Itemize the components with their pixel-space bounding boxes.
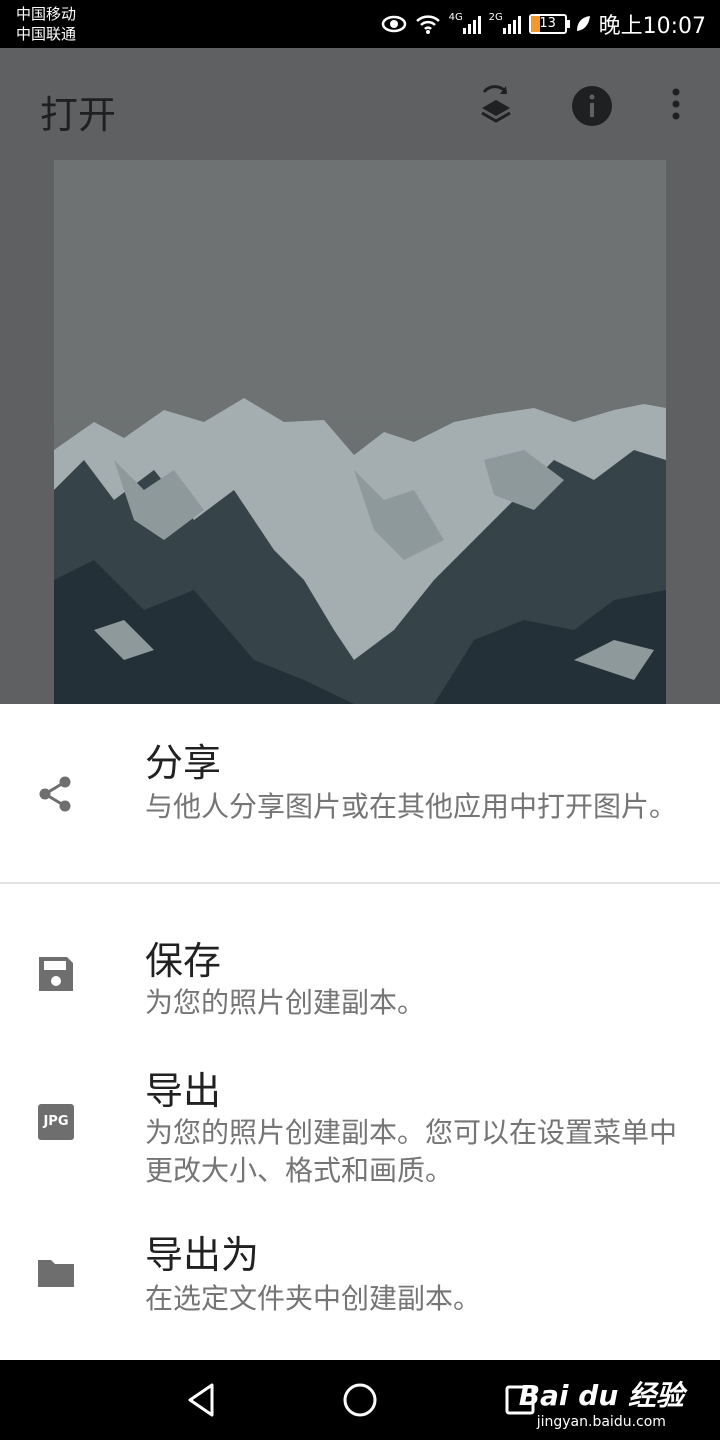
- save-description: 为您的照片创建副本。: [145, 986, 426, 1019]
- photo-preview: [54, 160, 666, 704]
- clock: 晚上10:07: [598, 14, 706, 39]
- export-title: 导出: [145, 1069, 222, 1113]
- save-icon: [39, 957, 73, 991]
- home-icon[interactable]: [342, 1382, 378, 1418]
- jpg-icon: JPG: [38, 1104, 74, 1140]
- mountain-image: [54, 398, 666, 704]
- back-icon[interactable]: [184, 1382, 218, 1418]
- menu-item-share[interactable]: 分享 与他人分享图片或在其他应用中打开图片。: [0, 704, 720, 882]
- battery-level: 13: [539, 16, 556, 31]
- carrier-info: 中国移动 中国联通: [16, 4, 76, 44]
- folder-icon: [38, 1260, 74, 1287]
- carrier-1: 中国移动: [16, 5, 77, 23]
- share-description: 与他人分享图片或在其他应用中打开图片。: [145, 790, 678, 823]
- signal-2g-icon: 2G: [488, 12, 521, 34]
- watermark-url: jingyan.baidu.com: [536, 1414, 666, 1430]
- menu-item-save[interactable]: 保存 为您的照片创建副本。: [0, 904, 720, 1034]
- app-screen: 打开: [0, 48, 720, 704]
- export-as-description: 在选定文件夹中创建副本。: [145, 1282, 482, 1315]
- save-title: 保存: [145, 939, 222, 983]
- status-icons: 4G 2G 13 晚上10:07: [381, 0, 706, 48]
- share-title: 分享: [145, 741, 222, 785]
- layers-swap-icon[interactable]: [474, 84, 518, 128]
- signal-4g-icon: 4G: [448, 12, 481, 34]
- network-type-2: 2G: [488, 12, 503, 23]
- navigation-bar: Bai du 经验 jingyan.baidu.com: [0, 1360, 720, 1440]
- baidu-watermark: Bai du 经验 jingyan.baidu.com: [519, 1374, 684, 1430]
- divider: [0, 882, 720, 884]
- export-as-title: 导出为: [145, 1233, 260, 1277]
- menu-item-export[interactable]: JPG 导出 为您的照片创建副本。您可以在设置菜单中更改大小、格式和画质。: [0, 1054, 720, 1204]
- eye-icon: [381, 15, 406, 33]
- page-title: 打开: [40, 93, 117, 137]
- more-vert-icon[interactable]: [654, 84, 698, 128]
- watermark-logo: Bai du 经验: [518, 1379, 684, 1412]
- leaf-icon: [576, 16, 590, 31]
- info-icon[interactable]: [570, 84, 614, 128]
- status-bar: 中国移动 中国联通 4G 2G 13 晚上10:07: [0, 0, 720, 48]
- wifi-icon: [415, 15, 440, 34]
- network-type-1: 4G: [448, 12, 463, 23]
- share-icon: [39, 776, 71, 812]
- carrier-2: 中国联通: [16, 25, 77, 43]
- export-description: 为您的照片创建副本。您可以在设置菜单中更改大小、格式和画质。: [145, 1116, 678, 1187]
- share-bottom-sheet: 分享 与他人分享图片或在其他应用中打开图片。 保存 为您的照片创建副本。 JPG…: [0, 704, 720, 1360]
- battery-icon: 13: [528, 14, 570, 34]
- menu-item-export-as[interactable]: 导出为 在选定文件夹中创建副本。: [0, 1224, 720, 1344]
